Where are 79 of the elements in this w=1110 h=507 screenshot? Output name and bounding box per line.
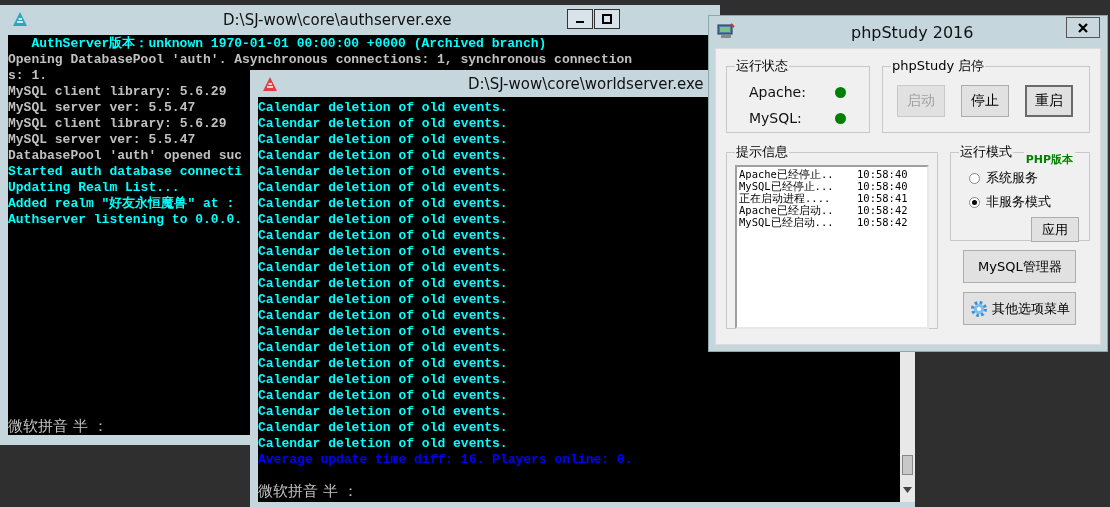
console-line: Calendar deletion of old events. xyxy=(258,148,508,164)
console-line: Calendar deletion of old events. xyxy=(258,244,508,260)
triangle-logo-icon xyxy=(262,76,278,92)
action-button[interactable]: 重启 xyxy=(1025,85,1073,117)
radio-label[interactable]: 非服务模式 xyxy=(986,193,1052,211)
gear-icon xyxy=(969,299,988,318)
console-line: MySQL server ver: 5.5.47 xyxy=(8,100,196,116)
console-line: Calendar deletion of old events. xyxy=(258,116,508,132)
options-menu-button[interactable]: 其他选项菜单 xyxy=(963,292,1077,325)
close-icon xyxy=(1078,22,1088,33)
console-line: Calendar deletion of old events. xyxy=(258,228,508,244)
console-line: Added realm "好友永恒魔兽" at : xyxy=(8,196,235,212)
radio-button[interactable] xyxy=(969,172,981,184)
log-message: Apache已经启动.. xyxy=(739,204,835,216)
console-line: Authserver listening to 0.0.0. xyxy=(8,212,243,228)
console-line: Calendar deletion of old events. xyxy=(258,276,508,292)
console-line: Opening DatabasePool 'auth'. Asynchronous connections: 1, synchronous connection xyxy=(8,52,633,68)
console-line: Calendar deletion of old events. xyxy=(258,388,508,404)
console-line: Calendar deletion of old events. xyxy=(258,420,508,436)
radio-label[interactable]: 系统服务 xyxy=(986,169,1039,187)
apply-button[interactable]: 应用 xyxy=(1031,217,1079,242)
log-time: 10:58:41 xyxy=(857,192,908,204)
maximize-button[interactable] xyxy=(594,9,620,29)
minimize-icon xyxy=(576,21,584,23)
scrollbar-thumb[interactable] xyxy=(902,455,913,475)
log-time: 10:58:40 xyxy=(857,180,908,192)
console-line: Calendar deletion of old events. xyxy=(258,340,508,356)
console-line: DatabasePool 'auth' opened suc xyxy=(8,148,243,164)
console-line: MySQL client library: 5.6.29 xyxy=(8,84,227,100)
log-message: MySQL已经停止... xyxy=(739,180,835,192)
console-line: Calendar deletion of old events. xyxy=(258,180,508,196)
group-label: 提示信息 xyxy=(735,143,789,161)
log-message: 正在启动进程.... xyxy=(739,192,832,204)
console-line: Calendar deletion of old events. xyxy=(258,260,508,276)
console-line: MySQL server ver: 5.5.47 xyxy=(8,132,196,148)
log-message: Apache已经停止.. xyxy=(739,168,835,180)
manager-button[interactable]: MySQL管理器 xyxy=(963,250,1077,283)
ime-status: 微软拼音 半 ： xyxy=(258,482,358,500)
computer-icon xyxy=(717,23,735,39)
window-title: D:\SJ-wow\core\worldserver.exe xyxy=(468,74,704,93)
window-title: D:\SJ-wow\core\authserver.exe xyxy=(223,11,452,29)
down-arrow-icon[interactable] xyxy=(903,487,912,493)
console-line: Calendar deletion of old events. xyxy=(258,324,508,340)
console-line: Updating Realm List... xyxy=(8,180,180,195)
log-message: MySQL已经启动... xyxy=(739,216,835,228)
console-line: Calendar deletion of old events. xyxy=(258,196,508,212)
action-button[interactable]: 停止 xyxy=(961,85,1009,117)
log-time: 10:58:40 xyxy=(857,168,908,180)
console-line: Calendar deletion of old events. xyxy=(258,436,508,452)
console-line: s: 1. xyxy=(8,68,47,84)
window-title: phpStudy 2016 xyxy=(851,22,974,42)
console-line: Calendar deletion of old events. xyxy=(258,356,508,372)
group-label: phpStudy 启停 xyxy=(891,57,986,75)
console-line: Calendar deletion of old events. xyxy=(258,404,508,420)
triangle-logo-icon xyxy=(12,11,28,27)
minimize-button[interactable] xyxy=(567,9,593,29)
console-line: AuthServer版本：unknown 1970-01-01 00:00:00 +0000 (Archived branch) xyxy=(30,36,547,52)
console-line: Calendar deletion of old events. xyxy=(258,100,508,116)
maximize-icon xyxy=(602,14,612,24)
close-button[interactable] xyxy=(1066,17,1100,38)
console-line: Average update time diff: 16. Players online: 0. xyxy=(258,452,633,468)
scrollbar[interactable] xyxy=(900,352,915,502)
console-line: Calendar deletion of old events. xyxy=(258,212,508,228)
service-label: MySQL: xyxy=(749,110,803,126)
console-line: Calendar deletion of old events. xyxy=(258,308,508,324)
group-label: 运行模式 xyxy=(959,143,1014,161)
log-time: 10:58:42 xyxy=(857,204,908,216)
service-label: Apache: xyxy=(749,84,807,100)
log-time: 10:58:42 xyxy=(857,216,908,228)
radio-button[interactable] xyxy=(969,196,981,208)
console-line: MySQL client library: 5.6.29 xyxy=(8,116,227,132)
console-line: Calendar deletion of old events. xyxy=(258,292,508,308)
group-label: 运行状态 xyxy=(735,57,789,75)
console-line: Calendar deletion of old events. xyxy=(258,372,508,388)
console-line: Started auth database connecti xyxy=(8,164,243,180)
ime-status: 微软拼音 半 ： xyxy=(8,417,108,435)
console-line: Calendar deletion of old events. xyxy=(258,132,508,148)
console-line: Calendar deletion of old events. xyxy=(258,164,508,180)
version-link[interactable]: PHP版本 xyxy=(1023,152,1075,167)
